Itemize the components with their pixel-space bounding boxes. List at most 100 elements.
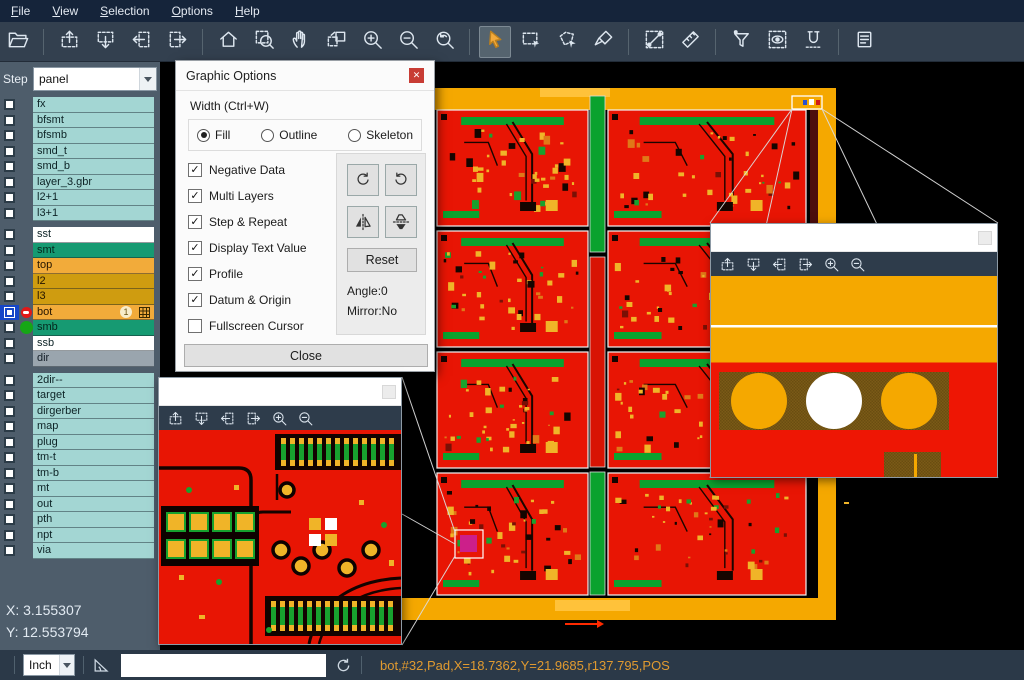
unit-select[interactable]: Inch (23, 654, 75, 676)
layer-name[interactable]: pth (33, 512, 154, 528)
layer-row[interactable]: dir (0, 351, 160, 367)
layer-name[interactable]: l2 (33, 274, 154, 290)
clean-brush-button[interactable] (587, 26, 619, 58)
layer-name[interactable]: ssb (33, 336, 154, 352)
layer-row[interactable]: l3+1 (0, 206, 160, 222)
panel-right-button[interactable] (245, 410, 262, 427)
measure-ruler-button[interactable] (674, 26, 706, 58)
layer-row[interactable]: via (0, 543, 160, 559)
layer-row[interactable]: smd_t (0, 144, 160, 160)
reset-button[interactable]: Reset (347, 248, 417, 272)
checkbox-step-repeat[interactable]: ✓Step & Repeat (188, 209, 307, 235)
checkbox-fullscreen-cursor[interactable]: Fullscreen Cursor (188, 313, 307, 339)
layer-row[interactable]: top (0, 258, 160, 274)
layer-name[interactable]: bot1 (33, 305, 154, 321)
layer-visibility-checkbox[interactable] (0, 388, 19, 404)
panel-down-button[interactable] (193, 410, 210, 427)
layer-name[interactable]: smd_b (33, 159, 154, 175)
chevron-down-icon[interactable] (139, 68, 156, 90)
layer-visibility-checkbox[interactable] (0, 528, 19, 544)
menu-help[interactable]: Help (224, 2, 271, 20)
zoom-out-button[interactable] (849, 256, 866, 273)
radio-skeleton[interactable]: Skeleton (348, 128, 413, 142)
layer-visibility-checkbox[interactable] (0, 543, 19, 559)
layer-name[interactable]: l3 (33, 289, 154, 305)
pan-hand-button[interactable] (284, 26, 316, 58)
select-polygon-button[interactable] (551, 26, 583, 58)
home-view-button[interactable] (212, 26, 244, 58)
popup-window-button[interactable] (382, 385, 396, 399)
refresh-icon[interactable] (334, 656, 353, 675)
layer-name[interactable]: dirgerber (33, 404, 154, 420)
layer-row[interactable]: smt (0, 243, 160, 259)
checkbox-negative-data[interactable]: ✓Negative Data (188, 157, 307, 183)
layer-row[interactable]: tm-t (0, 450, 160, 466)
layer-row[interactable]: bot1 (0, 305, 160, 321)
layer-row[interactable]: target (0, 388, 160, 404)
mirror-h-button[interactable] (347, 206, 379, 238)
layer-row[interactable]: out (0, 497, 160, 513)
panel-up-button[interactable] (167, 410, 184, 427)
panel-up-button[interactable] (53, 26, 85, 58)
layer-name[interactable]: tm-t (33, 450, 154, 466)
layer-name[interactable]: 2dir-- (33, 373, 154, 389)
layer-name[interactable]: out (33, 497, 154, 513)
radio-fill[interactable]: Fill (197, 128, 230, 142)
layer-row[interactable]: layer_3.gbr (0, 175, 160, 191)
layer-visibility-checkbox[interactable] (0, 512, 19, 528)
panel-left-button[interactable] (771, 256, 788, 273)
layer-visibility-checkbox[interactable] (0, 336, 19, 352)
menu-file[interactable]: File (0, 2, 41, 20)
layer-row[interactable]: sst (0, 227, 160, 243)
layer-name[interactable]: l3+1 (33, 206, 154, 222)
layer-visibility-checkbox[interactable] (0, 305, 19, 321)
layer-name[interactable]: map (33, 419, 154, 435)
layer-name[interactable]: sst (33, 227, 154, 243)
zoom-in-button[interactable] (271, 410, 288, 427)
layer-visibility-checkbox[interactable] (0, 466, 19, 482)
layer-row[interactable]: 2dir-- (0, 373, 160, 389)
angle-measure-icon[interactable] (92, 656, 111, 675)
layer-name[interactable]: plug (33, 435, 154, 451)
layer-row[interactable]: l2 (0, 274, 160, 290)
panel-up-button[interactable] (719, 256, 736, 273)
zoom-out-button[interactable] (392, 26, 424, 58)
zoom-in-button[interactable] (823, 256, 840, 273)
layer-visibility-checkbox[interactable] (0, 435, 19, 451)
zoom-window-button[interactable] (248, 26, 280, 58)
layer-visibility-checkbox[interactable] (0, 159, 19, 175)
layer-name[interactable]: target (33, 388, 154, 404)
layer-visibility-checkbox[interactable] (0, 227, 19, 243)
menu-options[interactable]: Options (161, 2, 224, 20)
layer-visibility-checkbox[interactable] (0, 144, 19, 160)
open-project-button[interactable] (2, 26, 34, 58)
layer-table-button[interactable] (848, 26, 880, 58)
select-rect-button[interactable] (515, 26, 547, 58)
layer-row[interactable]: l3 (0, 289, 160, 305)
layer-visibility-checkbox[interactable] (0, 497, 19, 513)
layer-visibility-checkbox[interactable] (0, 419, 19, 435)
magnified-pcb-view[interactable] (159, 430, 401, 644)
layer-row[interactable]: tm-b (0, 466, 160, 482)
layer-visibility-checkbox[interactable] (0, 97, 19, 113)
select-cursor-button[interactable] (479, 26, 511, 58)
mirror-v-button[interactable] (385, 206, 417, 238)
layer-name[interactable]: smb (33, 320, 154, 336)
layer-visibility-checkbox[interactable] (0, 320, 19, 336)
layer-row[interactable]: npt (0, 528, 160, 544)
layer-visibility-checkbox[interactable] (0, 404, 19, 420)
checkbox-multi-layers[interactable]: ✓Multi Layers (188, 183, 307, 209)
layer-name[interactable]: via (33, 543, 154, 559)
layer-row[interactable]: l2+1 (0, 190, 160, 206)
checkbox-profile[interactable]: ✓Profile (188, 261, 307, 287)
layer-visibility-checkbox[interactable] (0, 190, 19, 206)
layer-row[interactable]: bfsmt (0, 113, 160, 129)
layer-row[interactable]: map (0, 419, 160, 435)
layer-name[interactable]: top (33, 258, 154, 274)
layer-name[interactable]: npt (33, 528, 154, 544)
layer-visibility-checkbox[interactable] (0, 175, 19, 191)
filter-button[interactable] (725, 26, 757, 58)
step-select[interactable]: panel (33, 67, 157, 91)
layer-name[interactable]: fx (33, 97, 154, 113)
layer-visibility-checkbox[interactable] (0, 351, 19, 367)
